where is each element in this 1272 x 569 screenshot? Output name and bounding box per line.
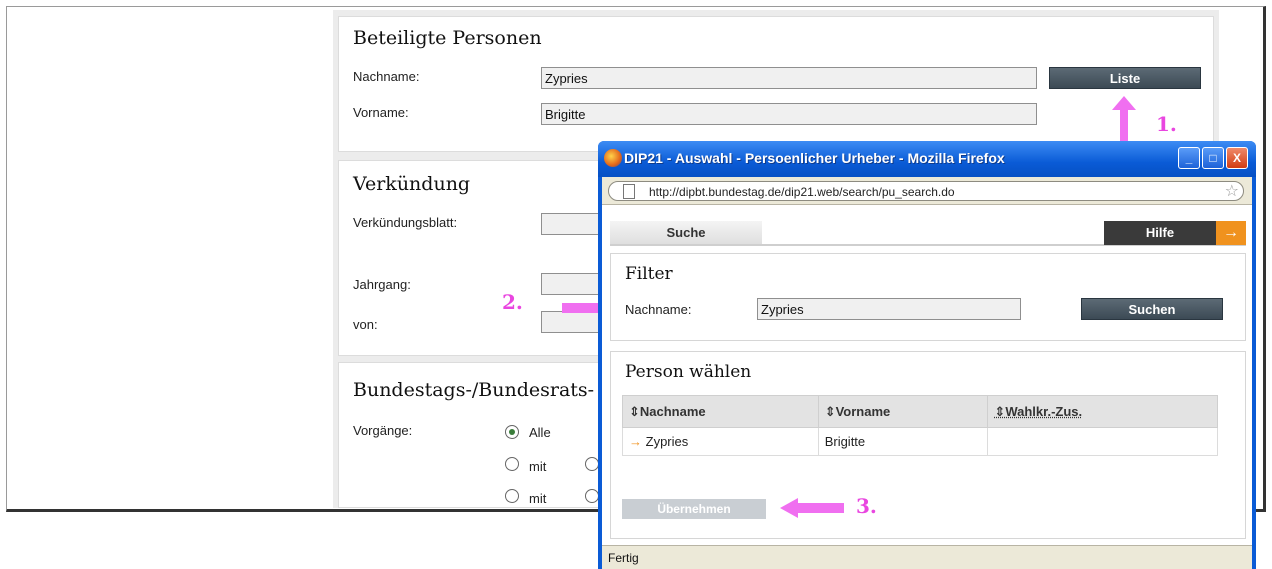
minimize-icon[interactable]: _ (1178, 147, 1200, 169)
popup-title: DIP21 - Auswahl - Persoenlicher Urheber … (624, 150, 1005, 166)
radio-all-label: Alle (529, 425, 551, 440)
popup-titlebar[interactable]: DIP21 - Auswahl - Persoenlicher Urheber … (598, 141, 1256, 177)
firstname-label: Vorname: (353, 105, 409, 120)
url-text: http://dipbt.bundestag.de/dip21.web/sear… (649, 185, 955, 199)
radio-with-1[interactable] (505, 457, 519, 471)
close-icon[interactable]: X (1226, 147, 1248, 169)
maximize-icon[interactable]: □ (1202, 147, 1224, 169)
radio-all[interactable] (505, 425, 519, 439)
column-lastname[interactable]: ⇕Nachname (622, 395, 819, 428)
results-table: ⇕Nachname ⇕Vorname ⇕Wahlkr.-Zus. → Zypri… (622, 395, 1218, 456)
filter-lastname-field[interactable]: Zypries (757, 298, 1021, 320)
arrow-right-icon: → (629, 434, 642, 449)
radio-with-1-label: mit (529, 459, 547, 474)
annotation-arrow-3 (780, 498, 844, 518)
table-row[interactable]: → Zypries Brigitte (622, 427, 1218, 456)
filter-title: Filter (625, 264, 673, 284)
search-button[interactable]: Suchen (1081, 298, 1223, 320)
section-title: Beteiligte Personen (353, 27, 542, 49)
arrow-right-icon[interactable]: → (1216, 221, 1246, 245)
radio-option-b[interactable] (585, 457, 599, 471)
popup-content: http://dipbt.bundestag.de/dip21.web/sear… (602, 177, 1252, 569)
list-button[interactable]: Liste (1049, 67, 1201, 89)
star-icon[interactable]: ☆ (1225, 181, 1239, 201)
lastname-field[interactable]: Zypries (541, 67, 1037, 89)
help-button[interactable]: Hilfe (1104, 221, 1216, 245)
url-bar: http://dipbt.bundestag.de/dip21.web/sear… (602, 177, 1252, 205)
page-icon (623, 184, 635, 199)
from-label: von: (353, 317, 378, 332)
firefox-icon (604, 149, 622, 167)
section-title: Verkündung (353, 173, 471, 195)
year-label: Jahrgang: (353, 277, 411, 292)
cell-firstname: Brigitte (817, 427, 989, 456)
url-field[interactable]: http://dipbt.bundestag.de/dip21.web/sear… (608, 181, 1244, 201)
procedures-label: Vorgänge: (353, 423, 413, 438)
radio-option-d[interactable] (585, 489, 599, 503)
status-bar: Fertig (602, 545, 1252, 569)
column-district[interactable]: ⇕Wahlkr.-Zus. (987, 395, 1218, 428)
filter-lastname-label: Nachname: (625, 302, 692, 317)
lastname-label: Nachname: (353, 69, 420, 84)
filter-panel: Filter Nachname: Zypries Suchen (610, 253, 1246, 341)
apply-button[interactable]: Übernehmen (622, 499, 766, 519)
tab-search[interactable]: Suche (610, 221, 762, 245)
results-title: Person wählen (625, 362, 752, 382)
step-2-label: 2. (502, 290, 523, 314)
lastname-link[interactable]: Zypries (646, 434, 689, 449)
firefox-popup-window: DIP21 - Auswahl - Persoenlicher Urheber … (598, 141, 1256, 569)
radio-with-2[interactable] (505, 489, 519, 503)
firstname-field[interactable]: Brigitte (541, 103, 1037, 125)
radio-with-2-label: mit (529, 491, 547, 506)
gazette-label: Verkündungsblatt: (353, 215, 458, 230)
step-3-label: 3. (856, 494, 877, 518)
step-1-label: 1. (1156, 112, 1177, 136)
panel-beteiligte-personen: Beteiligte Personen Nachname: Zypries Vo… (338, 16, 1214, 152)
cell-district (987, 427, 1218, 456)
column-firstname[interactable]: ⇕Vorname (817, 395, 989, 428)
cell-lastname[interactable]: → Zypries (622, 427, 819, 456)
section-title: Bundestags-/Bundesrats- (353, 379, 595, 401)
